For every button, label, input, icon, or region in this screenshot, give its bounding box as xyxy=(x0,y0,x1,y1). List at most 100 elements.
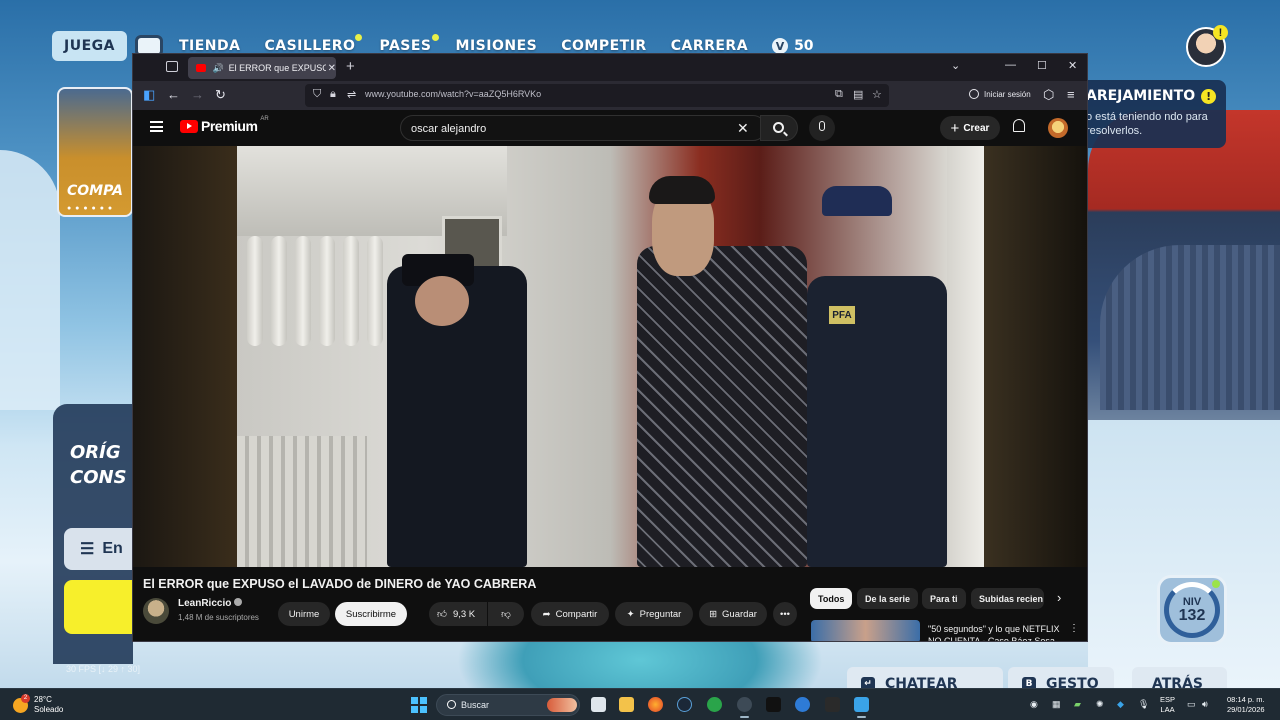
new-tab-icon[interactable]: + xyxy=(346,58,355,75)
tray-app-icon[interactable]: ◉ xyxy=(1030,699,1038,710)
nav-carrera[interactable]: CARRERA xyxy=(671,38,748,54)
nav-misiones[interactable]: MISIONES xyxy=(456,38,538,54)
reader-mode-icon[interactable]: ▤ xyxy=(853,88,863,101)
back-arrow-icon[interactable]: ← xyxy=(167,87,180,102)
ice-field xyxy=(1088,420,1280,690)
tray-app-icon[interactable]: ✺ xyxy=(1096,699,1104,710)
account-icon xyxy=(969,89,979,99)
chip-para-ti[interactable]: Para ti xyxy=(922,588,966,609)
tiktok-icon[interactable] xyxy=(766,697,781,712)
notification-badge: 2 xyxy=(21,693,30,703)
file-explorer-icon[interactable] xyxy=(619,697,634,712)
windows-start-icon[interactable] xyxy=(411,697,427,713)
nav-pases[interactable]: PASES xyxy=(379,34,439,54)
video-blur-right xyxy=(984,146,1087,567)
notifications-bell-icon[interactable] xyxy=(1013,119,1025,132)
nvidia-icon[interactable]: ▰ xyxy=(1074,699,1081,710)
menu-icon[interactable]: ≡ xyxy=(1067,87,1075,102)
like-button[interactable]: 👍︎ 9,3 K xyxy=(429,602,487,626)
subscribe-button[interactable]: Suscribirme xyxy=(335,602,407,626)
shield-icon[interactable]: ⛉ xyxy=(313,88,321,101)
steam-icon[interactable] xyxy=(677,697,692,712)
recommended-thumbnail[interactable] xyxy=(811,620,920,641)
weather-condition: Soleado xyxy=(34,705,64,714)
save-button[interactable]: ⊞ Guardar xyxy=(699,602,767,626)
permissions-icon[interactable]: ⇌ xyxy=(347,88,356,101)
user-avatar[interactable] xyxy=(1048,118,1068,138)
player-avatar[interactable]: ! xyxy=(1186,25,1228,67)
search-button[interactable] xyxy=(760,115,798,141)
url-bar[interactable]: ⛉ 🔒︎ ⇌ www.youtube.com/watch?v=aaZQ5H6RV… xyxy=(305,84,889,107)
close-window-icon[interactable]: ✕ xyxy=(1068,59,1077,72)
chip-todos[interactable]: Todos xyxy=(810,588,853,609)
tab-bar: 🔊 El ERROR que EXPUSO el LAV ✕ + ⌄ — ☐ ✕ xyxy=(133,54,1087,81)
language-indicator[interactable]: ESP LAA xyxy=(1160,695,1175,715)
share-button[interactable]: ➦ Compartir xyxy=(531,602,609,626)
close-tab-icon[interactable]: ✕ xyxy=(328,63,336,74)
recommended-title[interactable]: "50 segundos" y lo que NETFLIX NO CUENTA… xyxy=(928,623,1063,641)
video-frame[interactable]: PFA xyxy=(237,146,984,567)
minimize-icon[interactable]: — xyxy=(1005,59,1016,71)
signin-button[interactable]: Iniciar sesión xyxy=(969,89,1031,99)
save-label: Guardar xyxy=(722,608,757,620)
video-player[interactable]: PFA xyxy=(133,146,1087,567)
tab-list-icon[interactable] xyxy=(166,61,178,72)
extensions-icon[interactable]: ⬡ xyxy=(1043,87,1054,103)
more-actions-button[interactable]: ••• xyxy=(773,602,797,626)
tab-active[interactable]: 🔊 El ERROR que EXPUSO el LAV ✕ xyxy=(188,57,336,79)
sidebar-icon[interactable]: ◧ xyxy=(143,87,155,103)
ask-button[interactable]: ✦ Preguntar xyxy=(615,602,693,626)
vbucks-balance[interactable]: V 50 xyxy=(772,38,814,54)
tray-app-icon[interactable]: ◆ xyxy=(1117,699,1124,710)
chip-serie[interactable]: De la serie xyxy=(857,588,919,609)
xbox-icon[interactable] xyxy=(707,697,722,712)
picture-in-picture-icon[interactable]: ⧉ xyxy=(835,88,843,101)
bookmark-star-icon[interactable]: ☆ xyxy=(872,88,882,101)
channel-name[interactable]: LeanRiccio xyxy=(178,598,243,609)
create-button[interactable]: + Crear xyxy=(940,116,1000,140)
clear-search-icon[interactable]: ✕ xyxy=(737,120,749,137)
reload-icon[interactable]: ↻ xyxy=(215,87,226,103)
nav-tienda[interactable]: TIENDA xyxy=(179,38,241,54)
microphone-icon[interactable]: 🎙︎ xyxy=(1138,699,1149,710)
app-active-icon[interactable] xyxy=(737,697,752,718)
promo-card[interactable]: COMPA ● ● ● ● ● ● xyxy=(57,87,133,217)
level-badge[interactable]: NIV 132 xyxy=(1157,575,1227,645)
voice-search-button[interactable] xyxy=(809,115,835,141)
nav-casillero[interactable]: CASILLERO xyxy=(264,34,363,54)
sliders-icon: ☰ xyxy=(80,541,95,558)
task-view-icon[interactable] xyxy=(591,697,606,712)
youtube-logo[interactable]: Premium AR xyxy=(180,116,269,134)
logo-text: Premium xyxy=(201,118,258,134)
nav-juega[interactable]: JUEGA xyxy=(52,31,127,61)
system-clock[interactable]: 08:14 p. m. 29/01/2026 xyxy=(1227,695,1265,715)
search-input[interactable]: oscar alejandro ✕ xyxy=(400,115,766,141)
channel-avatar[interactable] xyxy=(143,598,169,624)
fortnite-icon[interactable] xyxy=(854,697,869,718)
epic-games-icon[interactable] xyxy=(825,697,840,712)
maximize-icon[interactable]: ☐ xyxy=(1037,59,1047,72)
tray-app-icon[interactable]: ▦ xyxy=(1052,699,1061,710)
chevron-right-icon[interactable]: › xyxy=(1057,590,1061,605)
nav-competir[interactable]: COMPETIR xyxy=(561,38,646,54)
join-button[interactable]: Unirme xyxy=(278,602,330,626)
chevron-down-icon[interactable]: ⌄ xyxy=(951,59,960,72)
weather-widget[interactable]: 2 28°C Soleado xyxy=(13,693,64,715)
volume-icon[interactable]: 🔊︎ xyxy=(1202,699,1208,710)
thumbs-down-icon: 👎︎ xyxy=(501,609,511,620)
firefox-icon[interactable] xyxy=(648,697,663,712)
hamburger-menu-icon[interactable] xyxy=(150,121,163,132)
notice-title: AREJAMIENTO xyxy=(1086,88,1196,104)
more-vertical-icon[interactable]: ⋮ xyxy=(1069,623,1079,634)
taskbar-search[interactable]: Buscar xyxy=(436,694,580,716)
dislike-button[interactable]: 👎︎ xyxy=(488,602,524,626)
speaker-icon[interactable]: 🔊 xyxy=(212,63,223,74)
network-icon[interactable]: ▭ xyxy=(1187,699,1196,710)
lock-icon[interactable]: 🔒︎ xyxy=(330,88,336,101)
channel-name-text: LeanRiccio xyxy=(178,598,232,609)
forward-arrow-icon[interactable]: → xyxy=(191,87,204,102)
browser-app-icon[interactable] xyxy=(795,697,810,712)
clock-time: 08:14 p. m. xyxy=(1227,695,1265,704)
nav-pases-label: PASES xyxy=(379,38,432,54)
chip-subidas[interactable]: Subidas recien xyxy=(971,588,1044,609)
